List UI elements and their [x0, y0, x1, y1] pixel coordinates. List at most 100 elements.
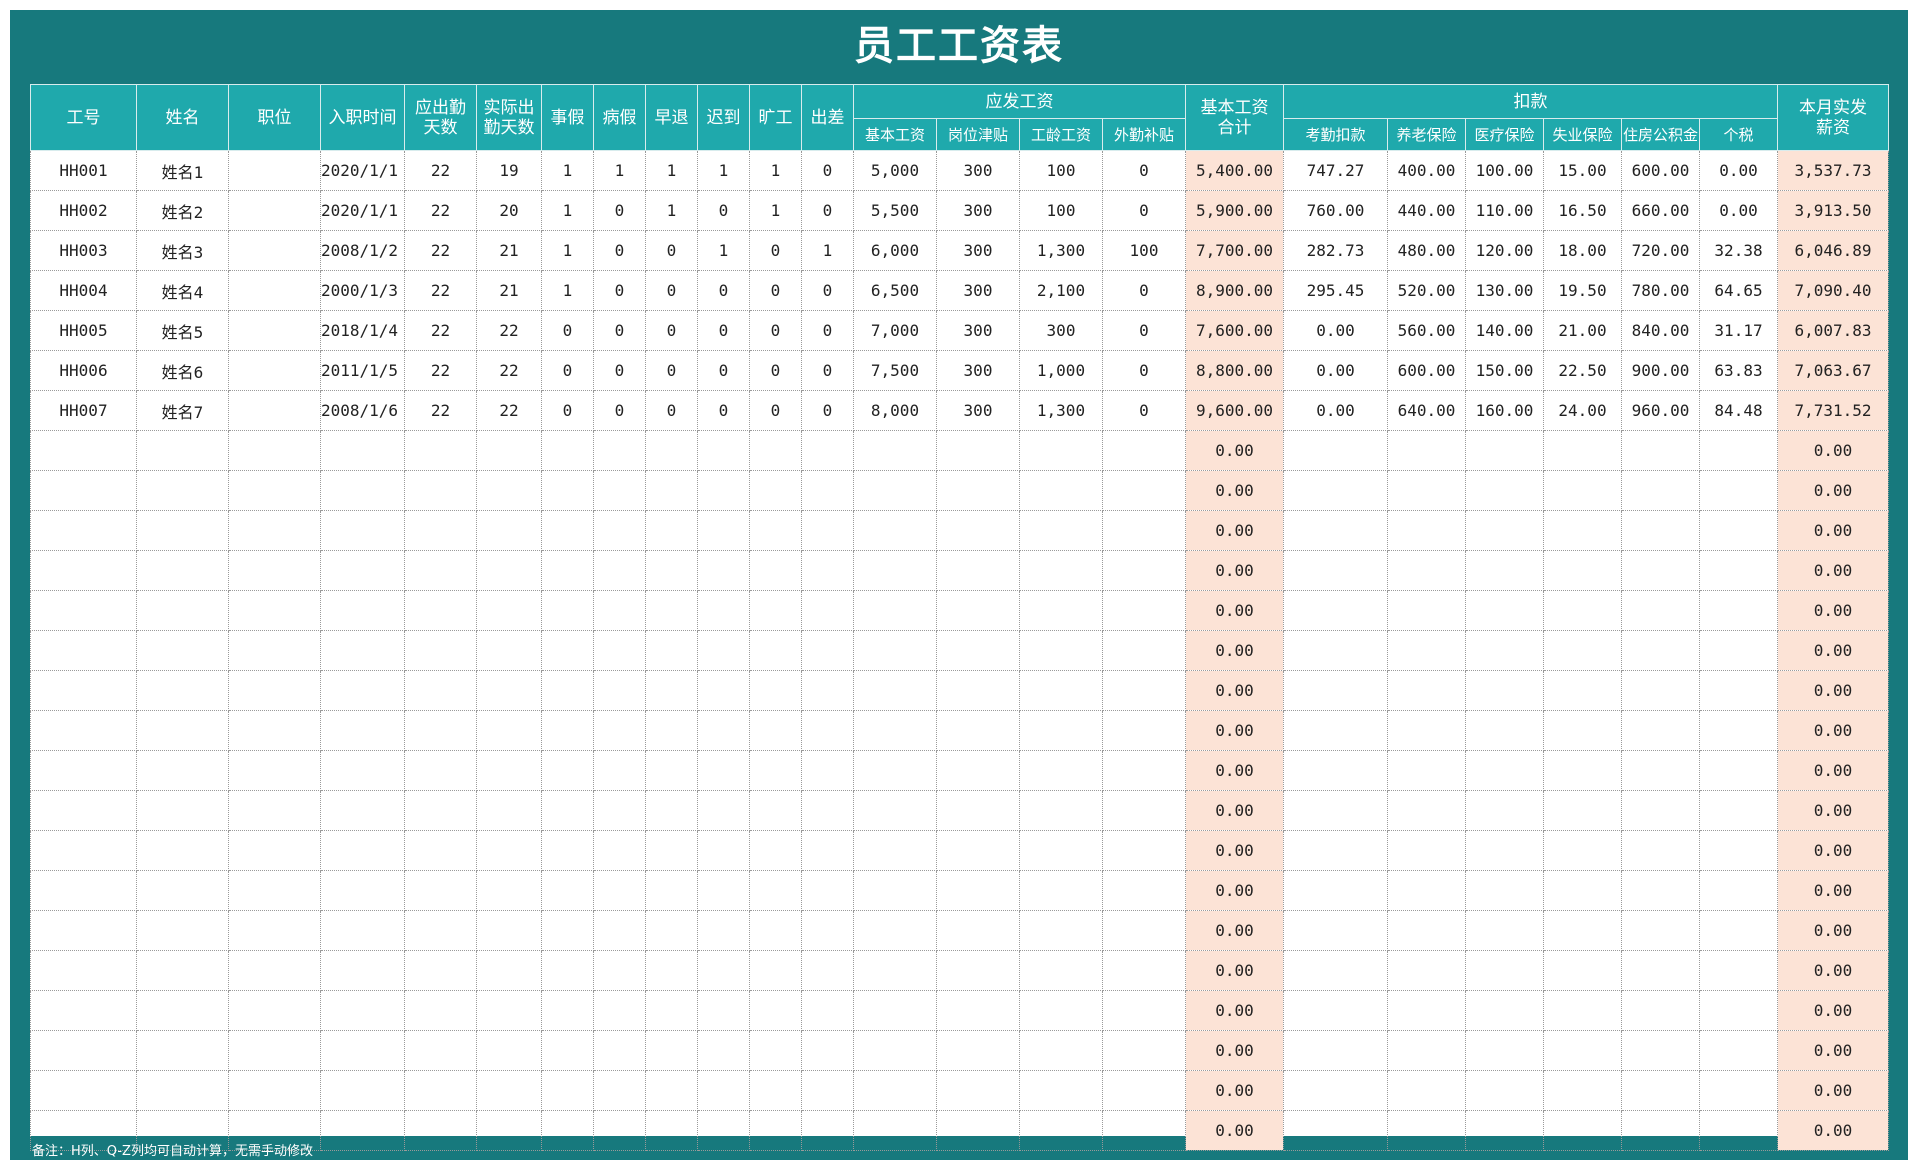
cell-name[interactable]	[136, 1070, 229, 1111]
cell-name[interactable]	[136, 630, 229, 671]
cell-early[interactable]: 0	[645, 310, 698, 351]
cell-absent[interactable]: 0	[749, 230, 802, 271]
cell-position[interactable]	[228, 950, 321, 991]
cell-sick[interactable]	[593, 1030, 646, 1071]
cell-absent[interactable]: 1	[749, 150, 802, 191]
cell-other[interactable]: 0	[1102, 150, 1186, 191]
cell-medical[interactable]	[1465, 510, 1544, 551]
cell-net[interactable]: 0.00	[1777, 1110, 1890, 1151]
cell-total[interactable]: 0.00	[1185, 830, 1284, 871]
cell-post[interactable]: 300	[936, 310, 1020, 351]
cell-absent[interactable]	[749, 830, 802, 871]
cell-seniority[interactable]	[1019, 910, 1103, 951]
cell-trip[interactable]	[801, 990, 854, 1031]
cell-base[interactable]: 7,000	[853, 310, 937, 351]
cell-net[interactable]: 0.00	[1777, 870, 1890, 911]
cell-absent[interactable]: 0	[749, 390, 802, 431]
cell-late[interactable]	[697, 670, 750, 711]
cell-base[interactable]	[853, 590, 937, 631]
cell-absent[interactable]	[749, 550, 802, 591]
cell-name[interactable]: 姓名1	[136, 150, 229, 191]
cell-actual[interactable]	[476, 750, 542, 791]
cell-actual[interactable]	[476, 430, 542, 471]
cell-trip[interactable]	[801, 790, 854, 831]
cell-hire[interactable]	[320, 1070, 405, 1111]
cell-net[interactable]: 3,537.73	[1777, 150, 1890, 191]
cell-late[interactable]: 0	[697, 270, 750, 311]
cell-post[interactable]	[936, 830, 1020, 871]
cell-unemp[interactable]	[1543, 1070, 1622, 1111]
cell-attend[interactable]	[1283, 630, 1388, 671]
cell-pension[interactable]	[1387, 990, 1466, 1031]
cell-total[interactable]: 0.00	[1185, 470, 1284, 511]
cell-unemp[interactable]	[1543, 470, 1622, 511]
cell-hire[interactable]	[320, 950, 405, 991]
cell-absent[interactable]	[749, 430, 802, 471]
cell-sick[interactable]	[593, 710, 646, 751]
cell-attend[interactable]	[1283, 1110, 1388, 1151]
cell-housing[interactable]	[1621, 750, 1700, 791]
cell-tax[interactable]	[1698, 750, 1779, 791]
cell-trip[interactable]	[801, 830, 854, 871]
cell-late[interactable]	[697, 470, 750, 511]
cell-unemp[interactable]	[1543, 750, 1622, 791]
cell-position[interactable]	[228, 230, 321, 271]
cell-base[interactable]: 8,000	[853, 390, 937, 431]
cell-seniority[interactable]: 2,100	[1019, 270, 1103, 311]
cell-other[interactable]	[1102, 1070, 1186, 1111]
cell-other[interactable]	[1102, 1030, 1186, 1071]
cell-early[interactable]: 0	[645, 350, 698, 391]
cell-hire[interactable]	[320, 910, 405, 951]
cell-unemp[interactable]	[1543, 1110, 1622, 1151]
cell-position[interactable]	[228, 670, 321, 711]
cell-tax[interactable]: 0.00	[1698, 150, 1779, 191]
cell-base[interactable]	[853, 950, 937, 991]
cell-seniority[interactable]	[1019, 470, 1103, 511]
cell-housing[interactable]	[1621, 1030, 1700, 1071]
cell-other[interactable]	[1102, 790, 1186, 831]
cell-hire[interactable]	[320, 470, 405, 511]
cell-id[interactable]	[30, 430, 137, 471]
cell-position[interactable]	[228, 270, 321, 311]
cell-id[interactable]	[30, 790, 137, 831]
cell-other[interactable]	[1102, 430, 1186, 471]
cell-early[interactable]	[645, 950, 698, 991]
cell-early[interactable]: 1	[645, 190, 698, 231]
cell-sick[interactable]	[593, 990, 646, 1031]
cell-base[interactable]	[853, 910, 937, 951]
cell-trip[interactable]	[801, 470, 854, 511]
cell-sick[interactable]: 0	[593, 190, 646, 231]
cell-total[interactable]: 5,900.00	[1185, 190, 1284, 231]
cell-early[interactable]: 0	[645, 270, 698, 311]
cell-early[interactable]	[645, 550, 698, 591]
cell-base[interactable]	[853, 990, 937, 1031]
cell-other[interactable]: 0	[1102, 270, 1186, 311]
cell-housing[interactable]: 840.00	[1621, 310, 1700, 351]
cell-base[interactable]	[853, 750, 937, 791]
cell-sick[interactable]	[593, 670, 646, 711]
cell-name[interactable]	[136, 950, 229, 991]
cell-trip[interactable]	[801, 630, 854, 671]
cell-actual[interactable]: 19	[476, 150, 542, 191]
cell-id[interactable]	[30, 990, 137, 1031]
cell-personal[interactable]	[541, 1030, 594, 1071]
cell-name[interactable]	[136, 750, 229, 791]
cell-trip[interactable]	[801, 590, 854, 631]
cell-housing[interactable]	[1621, 830, 1700, 871]
cell-base[interactable]	[853, 1110, 937, 1151]
cell-total[interactable]: 8,800.00	[1185, 350, 1284, 391]
cell-tax[interactable]	[1698, 710, 1779, 751]
cell-name[interactable]	[136, 870, 229, 911]
cell-post[interactable]	[936, 510, 1020, 551]
cell-housing[interactable]	[1621, 1110, 1700, 1151]
cell-base[interactable]	[853, 710, 937, 751]
cell-base[interactable]	[853, 790, 937, 831]
cell-hire[interactable]	[320, 510, 405, 551]
cell-sick[interactable]: 0	[593, 350, 646, 391]
cell-trip[interactable]: 0	[801, 190, 854, 231]
cell-total[interactable]: 0.00	[1185, 590, 1284, 631]
cell-late[interactable]	[697, 550, 750, 591]
cell-other[interactable]	[1102, 950, 1186, 991]
cell-name[interactable]	[136, 1030, 229, 1071]
cell-attend[interactable]	[1283, 950, 1388, 991]
